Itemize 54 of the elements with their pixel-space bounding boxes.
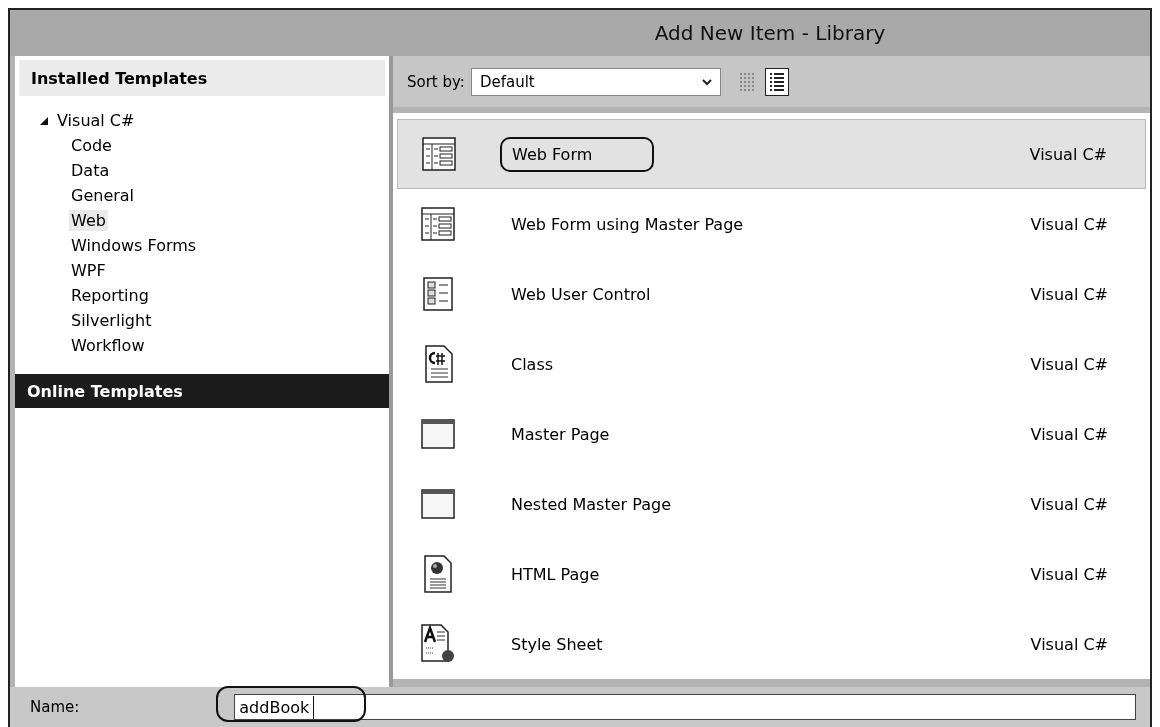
template-row[interactable]: Master Page Visual C# — [393, 399, 1146, 469]
section-header[interactable]: Online Templates — [15, 374, 389, 408]
tree-item[interactable]: WPF — [69, 260, 108, 281]
tree-item[interactable]: Windows Forms — [69, 235, 199, 256]
template-language: Visual C# — [1029, 144, 1107, 164]
template-name: Master Page — [510, 423, 611, 446]
template-name: Web Form — [500, 136, 655, 172]
tree-item[interactable]: Workflow — [69, 335, 147, 356]
template-name: Web Form using Master Page — [510, 213, 745, 236]
template-row[interactable]: Web Form Visual C# — [397, 119, 1146, 189]
sort-dropdown[interactable]: Default — [470, 67, 721, 96]
template-name: Web User Control — [510, 283, 652, 306]
small-icons-view-icon — [738, 71, 755, 92]
style-sheet-icon — [420, 624, 456, 664]
template-row[interactable]: Style Sheet Visual C# — [393, 609, 1146, 679]
tree-item[interactable]: Code — [69, 135, 114, 156]
name-field[interactable]: addBook — [234, 694, 1136, 720]
tree-item[interactable]: Visual C# — [57, 111, 135, 130]
tree-item[interactable]: Data — [69, 160, 112, 181]
template-language: Visual C# — [1030, 564, 1108, 584]
template-language: Visual C# — [1030, 634, 1108, 654]
template-row[interactable]: Nested Master Page Visual C# — [393, 469, 1146, 539]
template-row[interactable]: Web Form using Master Page Visual C# — [393, 189, 1146, 259]
tree-item[interactable]: Silverlight — [69, 310, 154, 331]
control-list-icon — [423, 277, 453, 311]
template-name: HTML Page — [510, 563, 601, 586]
window-page-icon — [421, 419, 455, 449]
tree-item[interactable]: Web — [69, 210, 108, 231]
window-title: Add New Item - Library — [10, 10, 1150, 56]
expanded-triangle-icon[interactable] — [39, 115, 49, 126]
name-label: Name: — [30, 698, 80, 716]
caret-icon — [701, 77, 712, 86]
form-template-icon — [422, 137, 456, 171]
template-name: Nested Master Page — [510, 493, 672, 516]
template-name: Class — [510, 353, 555, 376]
template-name: Style Sheet — [510, 633, 604, 656]
template-row[interactable]: HTML Page Visual C# — [393, 539, 1146, 609]
template-language: Visual C# — [1030, 424, 1108, 444]
sort-label: Sort by: — [407, 72, 465, 91]
template-row[interactable]: Class Visual C# — [393, 329, 1146, 399]
csharp-file-icon — [422, 345, 454, 383]
section-header[interactable]: Installed Templates — [19, 60, 385, 96]
template-row[interactable]: Web User Control Visual C# — [393, 259, 1146, 329]
form-template-icon — [421, 207, 455, 241]
view-toggle[interactable] — [764, 67, 789, 96]
list-view-icon — [768, 71, 785, 92]
template-language: Visual C# — [1030, 354, 1108, 374]
template-language: Visual C# — [1030, 214, 1108, 234]
tree-item[interactable]: General — [69, 185, 137, 206]
tree-item[interactable]: Reporting — [69, 285, 151, 306]
template-language: Visual C# — [1030, 284, 1108, 304]
web-page-icon — [423, 555, 453, 593]
window-page-icon — [421, 489, 455, 519]
template-language: Visual C# — [1030, 494, 1108, 514]
